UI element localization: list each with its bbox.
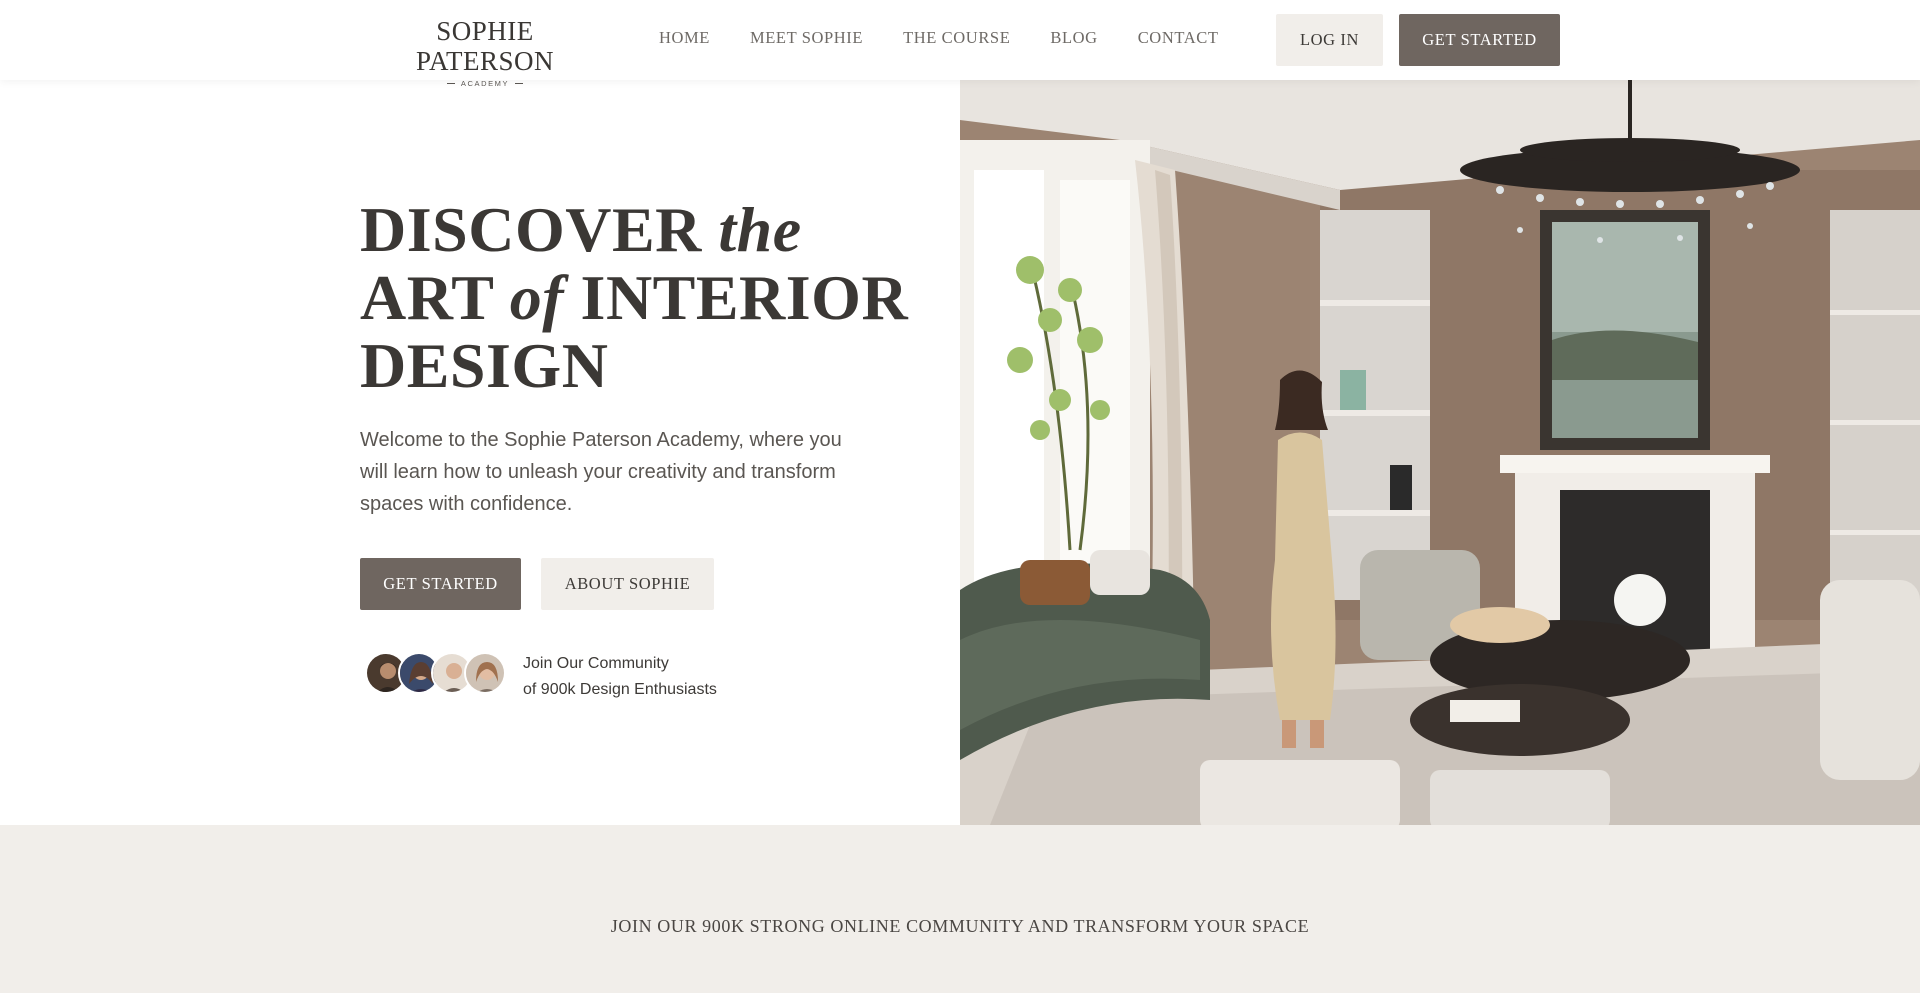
header-get-started-button[interactable]: GET STARTED	[1399, 14, 1560, 66]
nav-meet-sophie[interactable]: MEET SOPHIE	[750, 28, 863, 48]
band-headline: JOIN OUR 900K STRONG ONLINE COMMUNITY AN…	[610, 916, 1310, 936]
logo[interactable]: SOPHIE PATERSON ACADEMY	[365, 16, 605, 88]
nav-blog[interactable]: BLOG	[1050, 28, 1097, 48]
nav-home[interactable]: HOME	[659, 28, 710, 48]
avatar	[464, 652, 506, 694]
main-nav: HOME MEET SOPHIE THE COURSE BLOG CONTACT	[659, 28, 1219, 48]
hero-image	[960, 80, 1920, 825]
interior-photo-icon	[960, 80, 1920, 825]
headline-word-art: ART	[360, 262, 494, 333]
headline-italic-the: the	[718, 194, 802, 265]
about-sophie-button[interactable]: ABOUT SOPHIE	[541, 558, 714, 610]
nav-contact[interactable]: CONTACT	[1138, 28, 1219, 48]
logo-dash-left	[446, 83, 455, 84]
login-button[interactable]: LOG IN	[1276, 14, 1383, 66]
headline-italic-of: of	[509, 262, 565, 333]
headline-word-design: DESIGN	[360, 330, 609, 401]
headline-word-interior: INTERIOR	[580, 262, 909, 333]
logo-name: SOPHIE PATERSON	[415, 16, 555, 76]
headline-word-discover: DISCOVER	[360, 194, 702, 265]
hero-get-started-button[interactable]: GET STARTED	[360, 558, 521, 610]
logo-sub-text: ACADEMY	[460, 79, 510, 88]
nav-the-course[interactable]: THE COURSE	[903, 28, 1010, 48]
community-text: Join Our Community of 900k Design Enthus…	[523, 651, 717, 703]
community-band: JOIN OUR 900K STRONG ONLINE COMMUNITY AN…	[0, 825, 1920, 993]
site-header: SOPHIE PATERSON ACADEMY HOME MEET SOPHIE…	[0, 0, 1920, 88]
logo-dash-right	[515, 83, 524, 84]
community-line-2: of 900k Design Enthusiasts	[523, 681, 717, 698]
logo-subtitle: ACADEMY	[365, 79, 605, 88]
hero-headline: DISCOVER the ART of INTERIOR DESIGN	[360, 196, 908, 400]
community-line-1: Join Our Community	[523, 655, 669, 672]
hero-lead-text: Welcome to the Sophie Paterson Academy, …	[360, 429, 842, 515]
